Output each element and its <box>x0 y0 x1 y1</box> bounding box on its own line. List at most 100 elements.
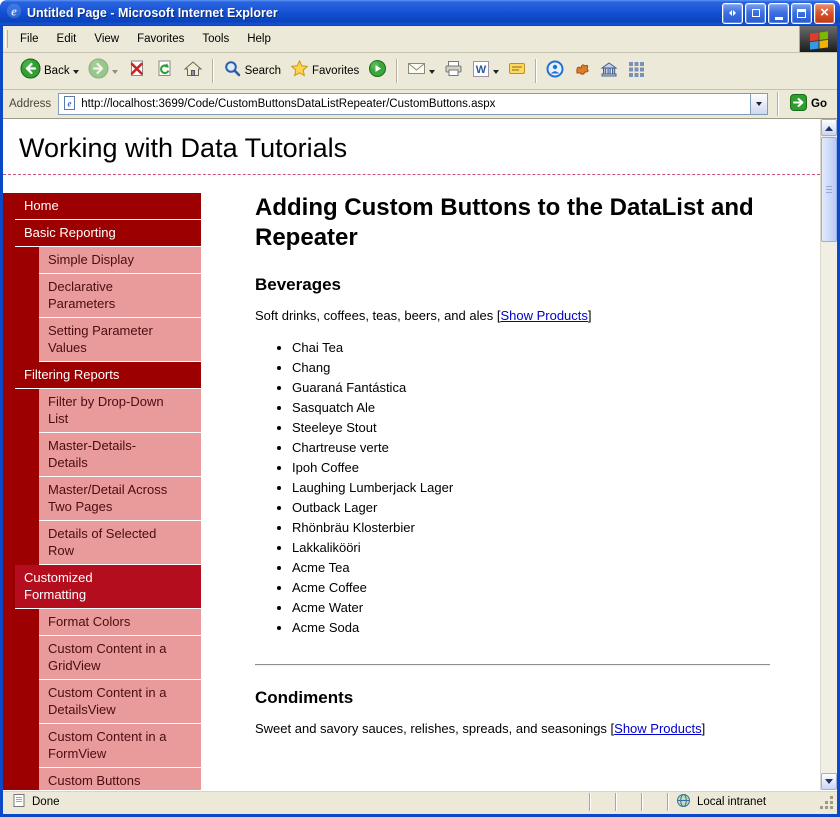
mail-icon <box>407 59 426 83</box>
sidebar-indent <box>15 521 39 565</box>
search-label: Search <box>245 65 281 77</box>
menu-help[interactable]: Help <box>238 29 280 49</box>
mail-button[interactable] <box>403 56 439 86</box>
sidebar-item[interactable]: Home <box>15 193 201 220</box>
sidebar-item-label: Master-Details-Details <box>39 433 201 477</box>
sidebar-item-label: Custom Content in a FormView <box>39 724 201 768</box>
close-icon <box>820 4 829 22</box>
sidebar-item[interactable]: Custom Buttons <box>15 768 201 790</box>
msn-icon <box>573 60 591 83</box>
ie-icon: e <box>6 3 22 24</box>
sidebar-indent <box>15 680 39 724</box>
stop-button[interactable] <box>123 56 150 86</box>
sidebar-indent <box>15 768 39 790</box>
toolbar-separator <box>396 59 398 83</box>
sidebar-item[interactable]: Basic Reporting <box>15 220 201 247</box>
scrollbar-thumb[interactable] <box>821 137 837 242</box>
status-panel <box>615 793 641 811</box>
search-button[interactable]: Search <box>219 56 285 86</box>
maximize-button[interactable] <box>791 3 812 24</box>
product-list: Chai TeaChangGuaraná FantásticaSasquatch… <box>255 338 770 638</box>
product-item: Ipoh Coffee <box>292 458 770 478</box>
sidebar-item[interactable]: Format Colors <box>15 609 201 636</box>
sidebar-indent <box>15 247 39 274</box>
back-button[interactable]: Back <box>16 55 83 87</box>
titlebar-extra-button-2[interactable] <box>745 3 766 24</box>
sidebar-item-label: Details of Selected Row <box>39 521 201 565</box>
minimize-button[interactable] <box>768 3 789 24</box>
resize-grip[interactable] <box>819 793 834 811</box>
category-description: Sweet and savory sauces, relishes, sprea… <box>255 721 770 736</box>
refresh-button[interactable] <box>151 56 178 86</box>
toolbar-separator <box>777 92 779 116</box>
menu-view[interactable]: View <box>85 29 128 49</box>
scroll-up-button[interactable] <box>821 119 837 136</box>
media-icon <box>368 59 387 83</box>
sidebar-item-label: Simple Display <box>39 247 201 274</box>
sidebar-item[interactable]: Customized Formatting <box>15 565 201 609</box>
browser-viewport: Working with Data Tutorials HomeBasic Re… <box>3 118 837 790</box>
menu-edit[interactable]: Edit <box>48 29 86 49</box>
go-icon <box>790 94 807 114</box>
show-products-link[interactable]: Show Products <box>500 308 587 323</box>
sidebar-item[interactable]: Declarative Parameters <box>15 274 201 318</box>
status-panel <box>641 793 667 811</box>
menu-favorites[interactable]: Favorites <box>128 29 193 49</box>
sidebar-indent <box>15 609 39 636</box>
product-item: Acme Soda <box>292 618 770 638</box>
sidebar-item[interactable]: Filtering Reports <box>15 362 201 389</box>
discuss-button[interactable] <box>504 57 530 86</box>
msn-button[interactable] <box>569 57 595 86</box>
back-dropdown-arrow <box>73 70 79 77</box>
sidebar-item[interactable]: Master-Details-Details <box>15 433 201 477</box>
tiles-grid-icon <box>627 60 645 83</box>
section-divider <box>255 664 770 666</box>
address-input[interactable]: e http://localhost:3699/Code/CustomButto… <box>58 93 768 115</box>
messenger-button[interactable] <box>542 57 568 86</box>
research-button[interactable] <box>596 57 622 86</box>
product-item: Acme Tea <box>292 558 770 578</box>
close-button[interactable] <box>814 3 835 24</box>
titlebar-extra-button-1[interactable] <box>722 3 743 24</box>
sidebar-item-label: Filter by Drop-Down List <box>39 389 201 433</box>
edit-with-word-button[interactable]: W <box>468 57 503 86</box>
vertical-scrollbar <box>820 119 837 790</box>
product-item: Laughing Lumberjack Lager <box>292 478 770 498</box>
sidebar-item[interactable]: Filter by Drop-Down List <box>15 389 201 433</box>
scrollbar-track[interactable] <box>821 136 837 773</box>
sidebar-item-label: Basic Reporting <box>15 220 201 247</box>
home-button[interactable] <box>179 56 207 87</box>
menu-file[interactable]: File <box>11 29 48 49</box>
titlebar-buttons <box>722 3 835 24</box>
toolbar-grip[interactable] <box>5 30 8 48</box>
word-icon: W <box>472 60 490 83</box>
svg-text:W: W <box>476 64 487 76</box>
print-button[interactable] <box>440 56 467 86</box>
sidebar-item[interactable]: Custom Content in a FormView <box>15 724 201 768</box>
sidebar-item[interactable]: Custom Content in a GridView <box>15 636 201 680</box>
sidebar-item[interactable]: Custom Content in a DetailsView <box>15 680 201 724</box>
sidebar-item[interactable]: Simple Display <box>15 247 201 274</box>
show-products-link[interactable]: Show Products <box>614 721 701 736</box>
address-dropdown-button[interactable] <box>750 94 767 114</box>
mail-dropdown-arrow <box>429 70 435 77</box>
title-bar[interactable]: e Untitled Page - Microsoft Internet Exp… <box>0 0 840 26</box>
forward-button[interactable] <box>84 55 122 87</box>
scroll-down-button[interactable] <box>821 773 837 790</box>
menu-tools[interactable]: Tools <box>193 29 238 49</box>
sidebar-indent <box>15 724 39 768</box>
favorites-button[interactable]: Favorites <box>286 56 363 86</box>
sidebar-item[interactable]: Details of Selected Row <box>15 521 201 565</box>
media-button[interactable] <box>364 56 391 86</box>
maximize-icon <box>797 9 806 18</box>
sidebar-item-label: Format Colors <box>39 609 201 636</box>
tiles-button[interactable] <box>623 57 649 86</box>
sidebar: HomeBasic ReportingSimple DisplayDeclara… <box>3 193 201 790</box>
search-icon <box>223 59 242 83</box>
go-button[interactable]: Go <box>788 94 833 114</box>
research-icon <box>600 60 618 83</box>
sidebar-item[interactable]: Master/Detail Across Two Pages <box>15 477 201 521</box>
product-item: Rhönbräu Klosterbier <box>292 518 770 538</box>
product-item: Sasquatch Ale <box>292 398 770 418</box>
sidebar-item[interactable]: Setting Parameter Values <box>15 318 201 362</box>
